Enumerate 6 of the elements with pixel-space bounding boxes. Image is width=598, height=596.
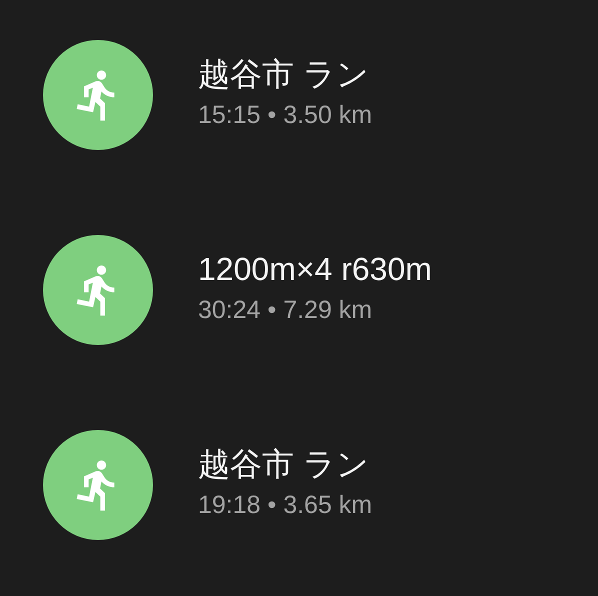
activity-title: 1200m×4 r630m — [198, 250, 432, 289]
activity-title: 越谷市 ラン — [198, 55, 370, 94]
activity-stats: 19:18 • 3.65 km — [198, 490, 372, 521]
activity-stats: 15:15 • 3.50 km — [198, 100, 372, 131]
activity-stats: 30:24 • 7.29 km — [198, 295, 374, 326]
activity-title: 越谷市 ラン — [198, 445, 370, 484]
